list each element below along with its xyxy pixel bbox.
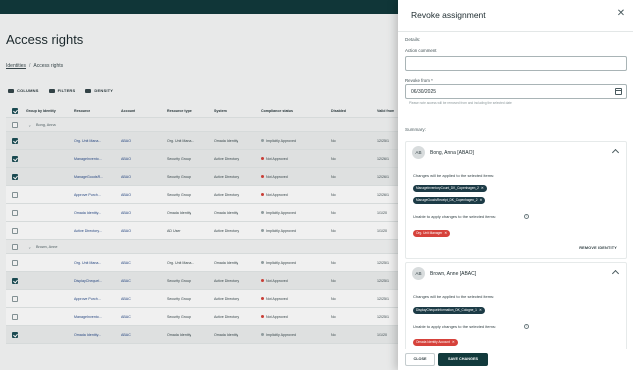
- unable-chip: Org. Unit Manager ✕: [413, 230, 451, 237]
- unable-chip: Omada Identity Account ✕: [413, 339, 458, 346]
- calendar-icon[interactable]: [615, 88, 622, 95]
- chip-label: ManageGoodsReceipt_DK_Copenhagen_2: [416, 198, 478, 202]
- chip-remove-icon[interactable]: ✕: [479, 307, 482, 314]
- chevron-up-icon[interactable]: [611, 148, 620, 157]
- close-icon[interactable]: ✕: [615, 8, 627, 20]
- revoke-assignment-drawer: Revoke assignment ✕ Details: Action comm…: [398, 0, 633, 370]
- date-helper-text: Please note access will be removed from …: [409, 101, 512, 105]
- action-comment-input[interactable]: [405, 56, 627, 71]
- unable-items-label: Unable to apply changes to the selected …: [413, 324, 496, 329]
- summary-card-header[interactable]: AB Bong, Anna [ABAO]: [406, 142, 626, 164]
- summary-label: Summary:: [405, 127, 426, 132]
- applied-items-label: Changes will be applied to the selected …: [413, 173, 495, 178]
- identity-name: Bong, Anna [ABAO]: [430, 150, 474, 156]
- unable-items-label: Unable to apply changes to the selected …: [413, 214, 496, 219]
- chip-label: ManageInventoryCount_DK_Copenhagen_2: [416, 186, 479, 190]
- avatar: AB: [412, 146, 425, 159]
- drawer-footer: CLOSE SAVE CHANGES: [398, 349, 633, 370]
- identity-name: Brown, Anne [ABAC]: [430, 271, 477, 277]
- applied-chip: ManageGoodsReceipt_DK_Copenhagen_2 ✕: [413, 197, 486, 204]
- chevron-up-icon[interactable]: [611, 269, 620, 278]
- remove-identity-button[interactable]: REMOVE IDENTITY: [579, 246, 617, 250]
- summary-card-brown: AB Brown, Anne [ABAC] Changes will be ap…: [405, 262, 627, 352]
- chip-label: Omada Identity Account: [416, 340, 450, 344]
- revoke-from-label: Revoke from *: [405, 78, 433, 83]
- drawer-title: Revoke assignment: [411, 10, 486, 20]
- applied-items-label: Changes will be applied to the selected …: [413, 294, 495, 299]
- chip-remove-icon[interactable]: ✕: [444, 230, 447, 237]
- chip-label: DisplayChequeInformation_DK_Cologne_1: [416, 308, 477, 312]
- chip-remove-icon[interactable]: ✕: [480, 197, 483, 204]
- chip-remove-icon[interactable]: ✕: [452, 339, 455, 346]
- applied-chip: DisplayChequeInformation_DK_Cologne_1 ✕: [413, 307, 485, 314]
- summary-card-header[interactable]: AB Brown, Anne [ABAC]: [406, 263, 626, 285]
- info-icon[interactable]: i: [524, 324, 529, 329]
- applied-chip: ManageInventoryCount_DK_Copenhagen_2 ✕: [413, 185, 487, 192]
- close-button[interactable]: CLOSE: [405, 353, 435, 366]
- chip-label: Org. Unit Manager: [416, 231, 443, 235]
- avatar: AB: [412, 267, 425, 280]
- save-changes-button[interactable]: SAVE CHANGES: [438, 353, 488, 366]
- chip-remove-icon[interactable]: ✕: [481, 185, 484, 192]
- info-icon[interactable]: i: [524, 214, 529, 219]
- details-label: Details:: [405, 37, 421, 42]
- summary-card-bong: AB Bong, Anna [ABAO] Changes will be app…: [405, 141, 627, 259]
- drawer-header: Revoke assignment ✕: [398, 0, 633, 32]
- revoke-date-input[interactable]: [405, 84, 627, 99]
- action-comment-label: Action comment: [405, 48, 437, 53]
